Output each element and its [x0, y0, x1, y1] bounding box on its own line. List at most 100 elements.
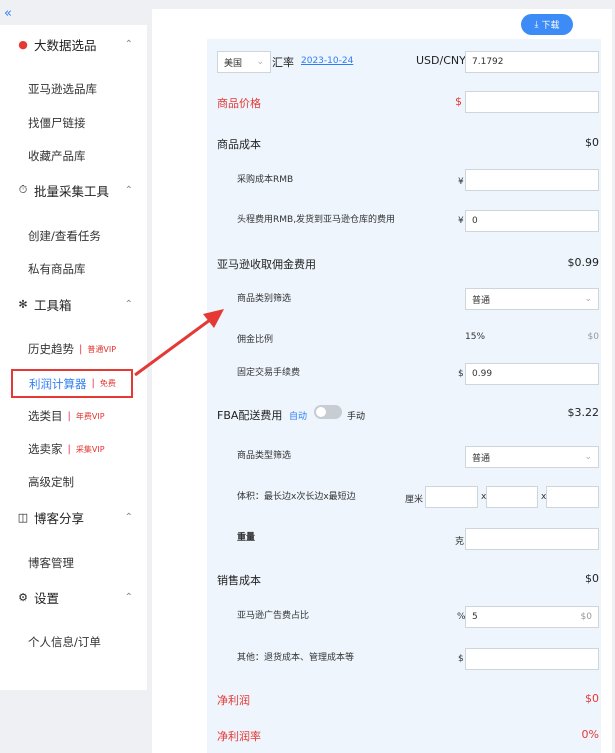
- sidebar-section-toolbox[interactable]: ✻ 工具箱 ⌃: [0, 292, 147, 316]
- chevron-up-icon: ⌃: [124, 511, 133, 523]
- sidebar-item-profit-calculator[interactable]: 利润计算器 | 免费: [11, 369, 133, 398]
- fba-category-select[interactable]: 普通 ⌄: [465, 446, 599, 468]
- sidebar-item-blog-manage[interactable]: 博客管理: [28, 553, 74, 573]
- rate-date-link[interactable]: 2023-10-24: [301, 56, 353, 66]
- weight-label: 重量: [237, 533, 256, 543]
- sidebar-section-label: 批量采集工具: [34, 183, 110, 199]
- fba-category-value: 普通: [472, 453, 491, 464]
- vip-badge: 采集VIP: [75, 444, 105, 454]
- category-filter-select[interactable]: 普通 ⌄: [465, 288, 599, 310]
- download-label: 下载: [541, 21, 560, 31]
- chevron-up-icon: ⌃: [124, 298, 133, 310]
- fba-mode-toggle[interactable]: [314, 405, 342, 419]
- sidebar-item-label: 亚马逊选品库: [28, 82, 97, 96]
- sidebar-item-find-links[interactable]: 找僵尸链接: [28, 113, 86, 133]
- ad-ratio-input[interactable]: 5 $0: [465, 606, 599, 628]
- fba-fee-label: FBA配送费用: [217, 409, 283, 422]
- divider: |: [91, 378, 95, 389]
- sidebar-item-favorites[interactable]: 收藏产品库: [28, 146, 86, 166]
- volume-height-input[interactable]: [546, 486, 599, 508]
- price-label: 商品价格: [217, 97, 261, 110]
- location-pin-icon: ●: [18, 37, 28, 51]
- sidebar-item-history[interactable]: 历史趋势 | 普通VIP: [28, 339, 116, 359]
- sales-cost-label: 销售成本: [217, 574, 261, 587]
- fba-auto-label: 自动: [289, 412, 308, 422]
- sidebar-item-profile[interactable]: 个人信息/订单: [28, 632, 101, 652]
- sidebar-section-batch-collect[interactable]: ⏱ 批量采集工具 ⌃: [0, 178, 147, 202]
- country-select[interactable]: 美国 ⌄: [217, 51, 271, 73]
- net-margin-amount: 0%: [581, 728, 599, 741]
- sidebar-section-label: 工具箱: [34, 297, 72, 313]
- volume-unit: 厘米: [405, 495, 424, 505]
- commission-label: 亚马逊收取佣金费用: [217, 258, 316, 271]
- sidebar-section-blog[interactable]: ◫ 博客分享 ⌃: [0, 505, 147, 529]
- chevron-up-icon: ⌃: [124, 38, 133, 50]
- other-currency-symbol: $: [458, 654, 464, 664]
- collapse-sidebar-icon[interactable]: «: [4, 6, 12, 21]
- weight-unit: 克: [455, 537, 465, 547]
- other-cost-input[interactable]: [465, 648, 599, 670]
- sidebar-item-label: 找僵尸链接: [28, 116, 86, 130]
- product-cost-label: 商品成本: [217, 138, 261, 151]
- ad-ratio-label: 亚马逊广告费占比: [237, 611, 310, 621]
- purchase-cost-label: 采购成本RMB: [237, 175, 294, 185]
- volume-length-input[interactable]: [425, 486, 478, 508]
- volume-width-input[interactable]: [486, 486, 538, 508]
- fixed-fee-input[interactable]: 0.99: [465, 363, 599, 385]
- currency-pair-label: USD/CNY: [416, 54, 466, 67]
- sidebar-item-label: 私有商品库: [28, 262, 86, 276]
- sidebar-item-label: 利润计算器: [29, 376, 87, 391]
- sidebar-item-label: 高级定制: [28, 475, 74, 489]
- sidebar-section-label: 设置: [34, 590, 60, 606]
- sidebar-section-label: 大数据选品: [34, 37, 97, 53]
- fba-fee-amount: $3.22: [567, 406, 600, 419]
- weight-input[interactable]: [465, 528, 599, 550]
- ad-ratio-amount: $0: [580, 612, 592, 622]
- download-button[interactable]: ⤓ 下载: [521, 14, 573, 35]
- sidebar-item-label: 历史趋势: [28, 342, 74, 356]
- divider: |: [67, 443, 71, 455]
- purchase-currency-symbol: ¥: [458, 177, 464, 187]
- price-currency-symbol: $: [455, 95, 462, 108]
- net-profit-label: 净利润: [217, 694, 250, 707]
- purchase-cost-input[interactable]: [465, 169, 599, 191]
- net-profit-amount: $0: [585, 692, 599, 705]
- download-icon: ⤓: [534, 19, 539, 30]
- sidebar-item-category[interactable]: 选类目 | 年费VIP: [28, 406, 105, 426]
- price-input[interactable]: [465, 91, 599, 113]
- country-value: 美国: [224, 58, 243, 69]
- product-cost-amount: $0: [585, 136, 599, 149]
- category-filter-value: 普通: [472, 295, 491, 306]
- exchange-rate-input[interactable]: 7.1792: [465, 51, 599, 73]
- fixed-fee-currency-symbol: $: [458, 369, 464, 379]
- sidebar-item-private-library[interactable]: 私有商品库: [28, 259, 86, 279]
- sidebar-item-label: 收藏产品库: [28, 149, 86, 163]
- volume-label: 体积：最长边x次长边x最短边: [237, 492, 356, 502]
- sidebar-item-seller[interactable]: 选卖家 | 采集VIP: [28, 439, 105, 459]
- sidebar-item-label: 创建/查看任务: [28, 229, 101, 243]
- toggle-knob: [316, 407, 326, 417]
- commission-rate-value: 15%: [465, 332, 486, 342]
- sidebar-item-amazon-library[interactable]: 亚马逊选品库: [28, 79, 97, 99]
- divider: |: [67, 410, 71, 422]
- sidebar-item-create-task[interactable]: 创建/查看任务: [28, 226, 101, 246]
- commission-rate-amount: $0: [587, 332, 599, 342]
- commission-amount: $0.99: [567, 256, 600, 269]
- sidebar-item-label: 个人信息/订单: [28, 635, 101, 649]
- sidebar-section-big-data[interactable]: ● 大数据选品 ⌃: [0, 32, 147, 56]
- divider: |: [79, 343, 83, 355]
- chevron-down-icon: ⌄: [256, 57, 264, 67]
- net-margin-label: 净利润率: [217, 730, 261, 743]
- ad-ratio-value: 5: [472, 612, 478, 622]
- sidebar-item-label: 选类目: [28, 409, 63, 423]
- sidebar-item-custom[interactable]: 高级定制: [28, 472, 74, 492]
- gear-icon: ⚙: [18, 590, 28, 604]
- sidebar-item-label: 博客管理: [28, 556, 74, 570]
- shipping-cost-label: 头程费用RMB,发货到亚马逊仓库的费用: [237, 215, 396, 225]
- free-badge: 免费: [99, 379, 116, 388]
- profit-calculator-panel: [207, 39, 601, 753]
- shipping-cost-input[interactable]: 0: [465, 210, 599, 232]
- category-filter-label: 商品类别筛选: [237, 294, 292, 304]
- sidebar-section-settings[interactable]: ⚙ 设置 ⌃: [0, 585, 147, 609]
- sidebar-item-label: 选卖家: [28, 442, 63, 456]
